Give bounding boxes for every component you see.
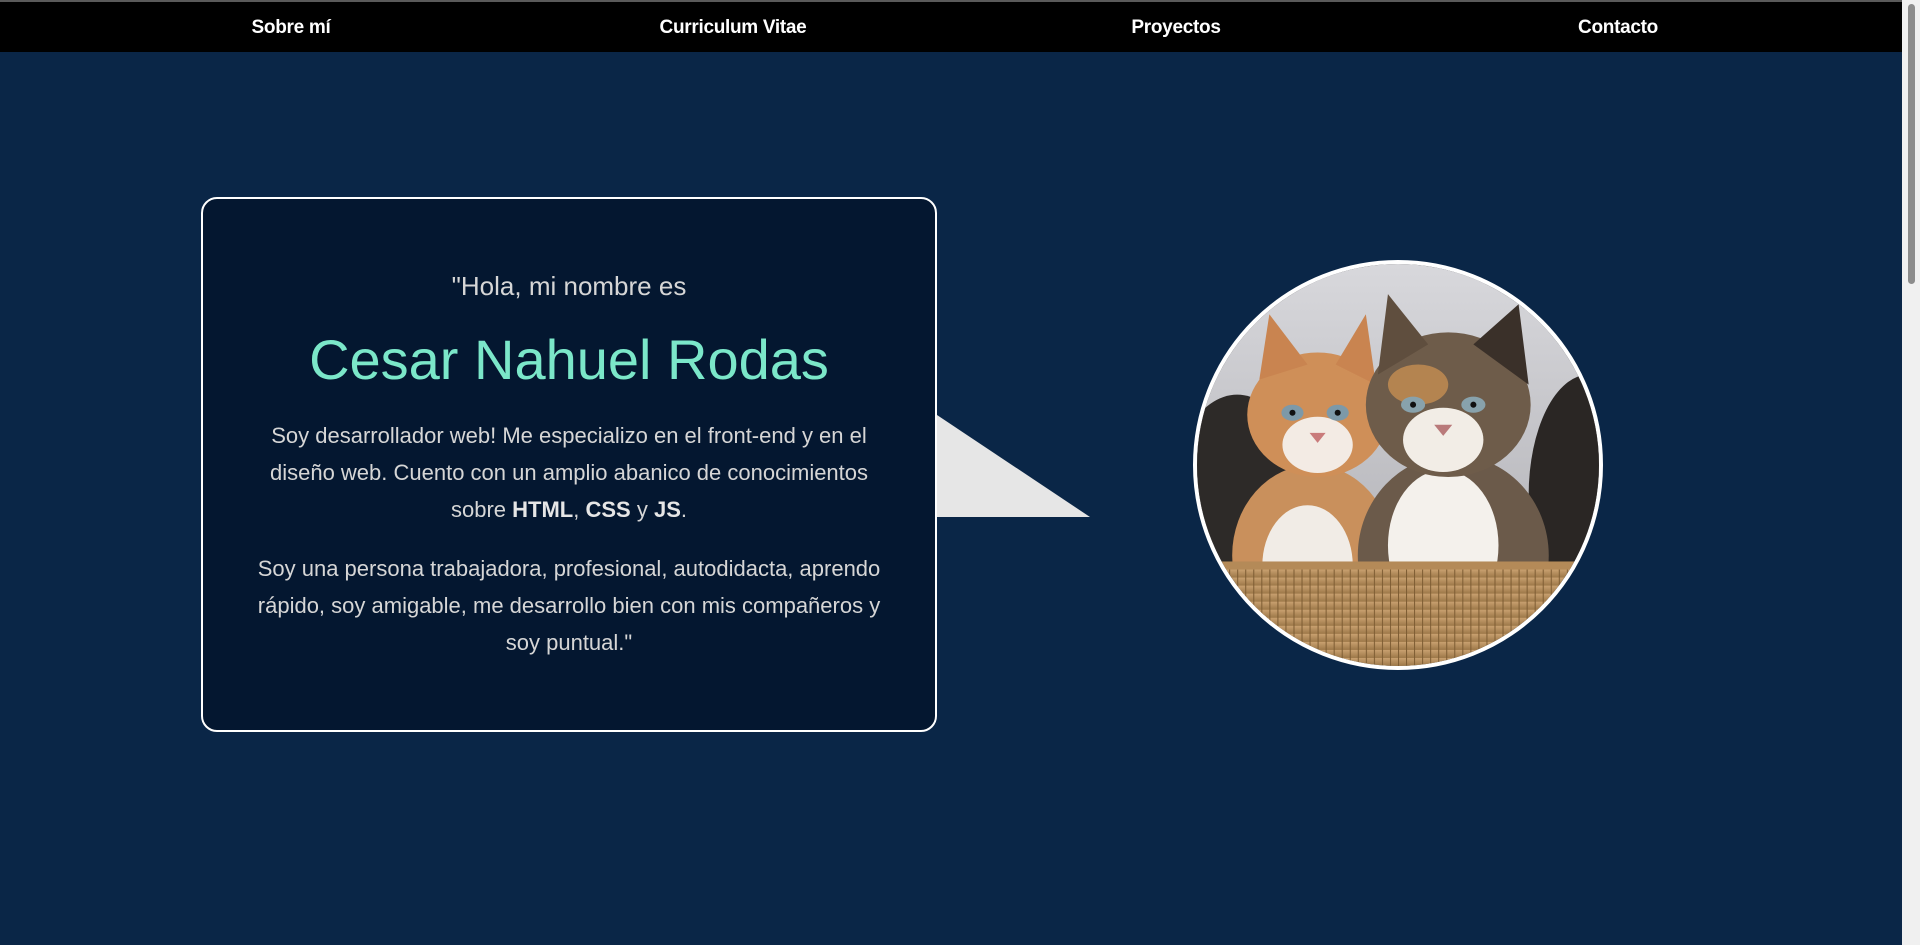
greeting-text: "Hola, mi nombre es xyxy=(451,271,687,301)
tech-js: JS xyxy=(653,497,681,522)
speech-bubble-pointer xyxy=(937,415,1090,517)
intro-sep-2: y xyxy=(630,497,654,522)
top-navigation: Sobre mí Curriculum Vitae Proyectos Cont… xyxy=(0,2,1902,52)
nav-link-curriculum-vitae[interactable]: Curriculum Vitae xyxy=(660,2,807,52)
vertical-scrollbar[interactable] xyxy=(1902,0,1920,945)
profile-photo xyxy=(1193,260,1603,670)
intro-speech-bubble: "Hola, mi nombre es Cesar Nahuel Rodas S… xyxy=(201,197,937,732)
person-name: Cesar Nahuel Rodas xyxy=(309,328,829,391)
nav-link-proyectos[interactable]: Proyectos xyxy=(1131,2,1220,52)
tech-css: CSS xyxy=(585,497,631,522)
intro-sep-1: , xyxy=(573,497,586,522)
nav-link-contacto[interactable]: Contacto xyxy=(1578,2,1658,52)
nav-link-sobre-mi[interactable]: Sobre mí xyxy=(252,2,331,52)
scrollbar-thumb[interactable] xyxy=(1908,4,1915,284)
tech-html: HTML xyxy=(512,497,574,522)
intro-text-after: . xyxy=(680,497,687,522)
intro-paragraph-1: Soy desarrollador web! Me especializo en… xyxy=(253,417,885,528)
kittens-photo-icon xyxy=(1197,264,1599,666)
intro-paragraph-2: Soy una persona trabajadora, profesional… xyxy=(257,556,881,655)
